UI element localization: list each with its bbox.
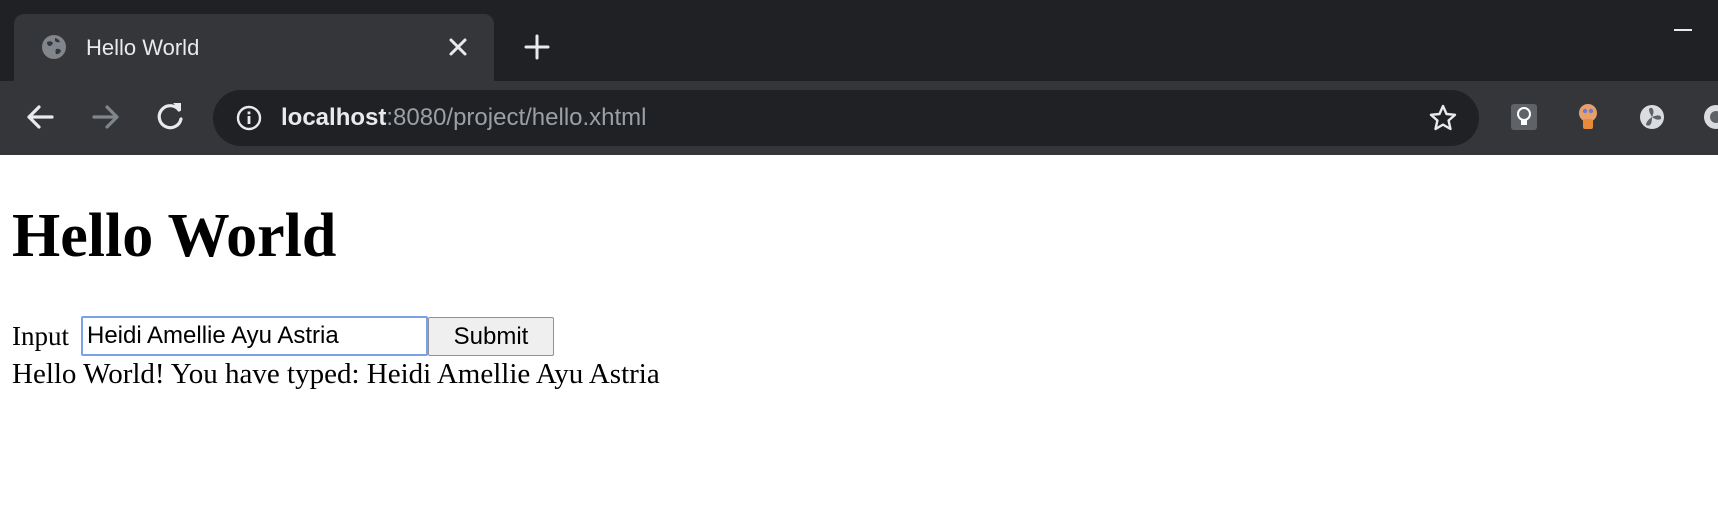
plus-icon[interactable]: [522, 32, 552, 62]
tab-title: Hello World: [86, 35, 200, 60]
globe-icon: [40, 33, 68, 61]
arrow-right-icon[interactable]: [88, 99, 124, 135]
submit-button[interactable]: Submit: [428, 317, 554, 356]
input-label: Input: [12, 321, 69, 351]
close-icon[interactable]: [445, 34, 471, 60]
minimize-icon[interactable]: [1672, 22, 1694, 32]
brain-extension-icon[interactable]: [1572, 101, 1604, 133]
output-message: Hello World! You have typed: Heidi Amell…: [12, 358, 660, 390]
name-input[interactable]: [81, 316, 428, 356]
address-bar[interactable]: localhost:8080/project/hello.xhtml: [213, 90, 1479, 146]
star-icon[interactable]: [1427, 102, 1459, 134]
url-text: localhost:8080/project/hello.xhtml: [281, 90, 647, 146]
url-path: :8080/project/hello.xhtml: [386, 104, 647, 131]
circle-extension-icon[interactable]: [1700, 101, 1718, 133]
tab-strip: Hello World: [0, 0, 1718, 81]
browser-tab[interactable]: Hello World: [14, 14, 494, 81]
arrow-left-icon[interactable]: [22, 99, 58, 135]
fan-extension-icon[interactable]: [1636, 101, 1668, 133]
browser-toolbar: localhost:8080/project/hello.xhtml: [0, 81, 1718, 155]
url-host: localhost: [281, 104, 387, 131]
reload-icon[interactable]: [152, 99, 188, 135]
page-content: Hello World Input Submit Hello World! Yo…: [0, 155, 1718, 532]
info-icon[interactable]: [235, 104, 263, 132]
page-title: Hello World: [12, 202, 337, 270]
lightbulb-extension-icon[interactable]: [1508, 101, 1540, 133]
